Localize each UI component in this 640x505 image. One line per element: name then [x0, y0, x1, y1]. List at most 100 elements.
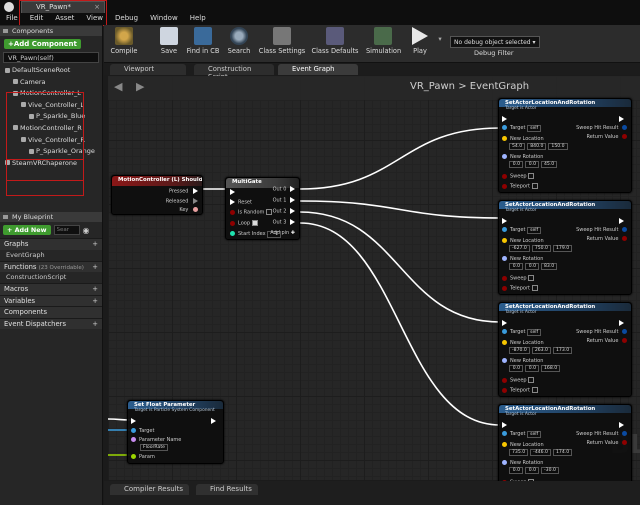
pin-new-rotation[interactable]: New Rotation [502, 256, 543, 262]
pin-sweep[interactable]: Sweep [502, 173, 535, 180]
pin-target[interactable]: Target [131, 428, 154, 434]
location-y-field[interactable]: 840.0 [527, 143, 547, 150]
pin-out-3[interactable]: Out 3 [273, 219, 295, 226]
tab-find-results[interactable]: Find Results [196, 484, 258, 495]
pin-exec-in[interactable] [502, 422, 510, 429]
pin-return-value[interactable]: Return Value [586, 338, 627, 344]
rotation-y-field[interactable]: 0.0 [525, 365, 539, 372]
location-x-field[interactable]: -627.0 [509, 245, 530, 252]
pin-key[interactable]: Key [179, 207, 198, 213]
pin-exec-out[interactable] [619, 116, 627, 123]
location-z-field[interactable]: 174.0 [552, 449, 573, 456]
new-rotation-fields: 0.0 0.0 168.0 [509, 365, 562, 372]
pin-exec-in[interactable] [131, 418, 139, 425]
pin-exec-in[interactable] [230, 189, 238, 196]
pin-new-location[interactable]: New Location [502, 340, 544, 346]
pin-exec-out[interactable] [619, 422, 627, 429]
rotator-pin-icon [502, 358, 507, 363]
pin-teleport[interactable]: Teleport [502, 183, 538, 190]
pin-new-location[interactable]: New Location [502, 442, 544, 448]
pin-new-rotation[interactable]: New Rotation [502, 358, 543, 364]
pin-exec-in[interactable] [502, 116, 510, 123]
pin-reset[interactable]: Reset [230, 199, 252, 206]
pin-exec-out[interactable] [619, 320, 627, 327]
pin-sweep-hit-result[interactable]: Sweep Hit Result [576, 227, 627, 233]
pin-new-location[interactable]: New Location [502, 136, 544, 142]
node-multigate[interactable]: MultiGate Reset Is Random Loop Start Ind… [225, 177, 300, 240]
pin-target[interactable]: Target self [502, 125, 543, 132]
pin-exec-in[interactable] [502, 320, 510, 327]
rotation-x-field[interactable]: 0.0 [509, 161, 523, 168]
pin-label: New Location [510, 136, 544, 142]
pin-out-1[interactable]: Out 1 [273, 197, 295, 204]
node-set-actor-location-and-rotation[interactable]: SetActorLocationAndRotation Target is Ac… [498, 98, 632, 193]
pin-return-value[interactable]: Return Value [586, 134, 627, 140]
parameter-name-value[interactable]: FloorRate [140, 444, 168, 451]
node-set-actor-location-and-rotation[interactable]: SetActorLocationAndRotation Target is Ac… [498, 302, 632, 397]
pin-loop[interactable]: Loop [230, 220, 258, 227]
node-motioncontroller-input[interactable]: MotionController (L) Shoulder Pressed Re… [111, 175, 203, 215]
rotator-pin-icon [502, 154, 507, 159]
rotation-y-field[interactable]: 0.0 [525, 467, 539, 474]
loop-checkbox[interactable] [251, 220, 258, 226]
rotation-x-field[interactable]: 0.0 [509, 365, 523, 372]
rotation-y-field[interactable]: 0.0 [525, 161, 539, 168]
location-z-field[interactable]: 173.0 [552, 347, 573, 354]
pin-exec-out[interactable] [619, 218, 627, 225]
location-z-field[interactable]: 179.0 [552, 245, 573, 252]
pin-released[interactable]: Released [166, 198, 198, 205]
pin-return-value[interactable]: Return Value [586, 440, 627, 446]
location-y-field[interactable]: 750.0 [531, 245, 551, 252]
teleport-checkbox[interactable] [531, 285, 538, 291]
node-set-actor-location-and-rotation[interactable]: SetActorLocationAndRotation Target is Ac… [498, 200, 632, 295]
location-y-field[interactable]: 263.0 [531, 347, 551, 354]
rotation-z-field[interactable]: 83.0 [541, 263, 558, 270]
pin-exec-in[interactable] [502, 218, 510, 225]
pin-out-0[interactable]: Out 0 [273, 186, 295, 193]
pin-sweep-hit-result[interactable]: Sweep Hit Result [576, 431, 627, 437]
teleport-checkbox[interactable] [531, 183, 538, 189]
rotation-x-field[interactable]: 0.0 [509, 263, 523, 270]
pin-sweep[interactable]: Sweep [502, 275, 535, 282]
pin-pressed[interactable]: Pressed [169, 188, 198, 195]
pin-sweep-hit-result[interactable]: Sweep Hit Result [576, 125, 627, 131]
location-z-field[interactable]: 150.0 [548, 143, 568, 150]
pin-param[interactable]: Param [131, 454, 155, 460]
pin-target[interactable]: Target self [502, 227, 543, 234]
node-set-float-parameter[interactable]: Set Float Parameter Target is Particle S… [127, 400, 224, 464]
pin-new-rotation[interactable]: New Rotation [502, 154, 543, 160]
pin-new-rotation[interactable]: New Rotation [502, 460, 543, 466]
sweep-checkbox[interactable] [528, 377, 535, 383]
pin-is-random[interactable]: Is Random [230, 209, 272, 216]
rotation-y-field[interactable]: 0.0 [525, 263, 539, 270]
pin-label: Out 1 [272, 197, 287, 204]
pin-target[interactable]: Target self [502, 431, 543, 438]
teleport-checkbox[interactable] [531, 387, 538, 393]
location-x-field[interactable]: -870.0 [509, 347, 530, 354]
rotation-z-field[interactable]: 168.0 [541, 365, 561, 372]
pin-target[interactable]: Target self [502, 329, 543, 336]
sweep-checkbox[interactable] [528, 275, 535, 281]
tab-compiler-results[interactable]: Compiler Results [110, 484, 190, 495]
pin-return-value[interactable]: Return Value [586, 236, 627, 242]
location-y-field[interactable]: -446.0 [530, 449, 551, 456]
pin-sweep-hit-result[interactable]: Sweep Hit Result [576, 329, 627, 335]
rotation-z-field[interactable]: -30.0 [541, 467, 559, 474]
rotation-x-field[interactable]: 0.0 [509, 467, 523, 474]
pin-exec-out[interactable] [211, 418, 219, 425]
pin-sweep[interactable]: Sweep [502, 377, 535, 384]
object-pin-icon [502, 125, 507, 130]
sweep-checkbox[interactable] [528, 173, 535, 179]
location-x-field[interactable]: 735.0 [509, 449, 529, 456]
pin-new-location[interactable]: New Location [502, 238, 544, 244]
location-x-field[interactable]: 54.0 [509, 143, 526, 150]
parameter-name-field[interactable]: FloorRate [140, 444, 170, 451]
rotation-z-field[interactable]: 45.0 [541, 161, 558, 168]
pin-out-2[interactable]: Out 2 [273, 208, 295, 215]
pin-teleport[interactable]: Teleport [502, 285, 538, 292]
pin-teleport[interactable]: Teleport [502, 387, 538, 394]
pin-parameter-name[interactable]: Parameter Name [131, 437, 181, 443]
is-random-checkbox[interactable] [265, 209, 272, 215]
add-pin-button[interactable]: Add pin ✚ [270, 230, 295, 236]
object-pin-icon [502, 329, 507, 334]
